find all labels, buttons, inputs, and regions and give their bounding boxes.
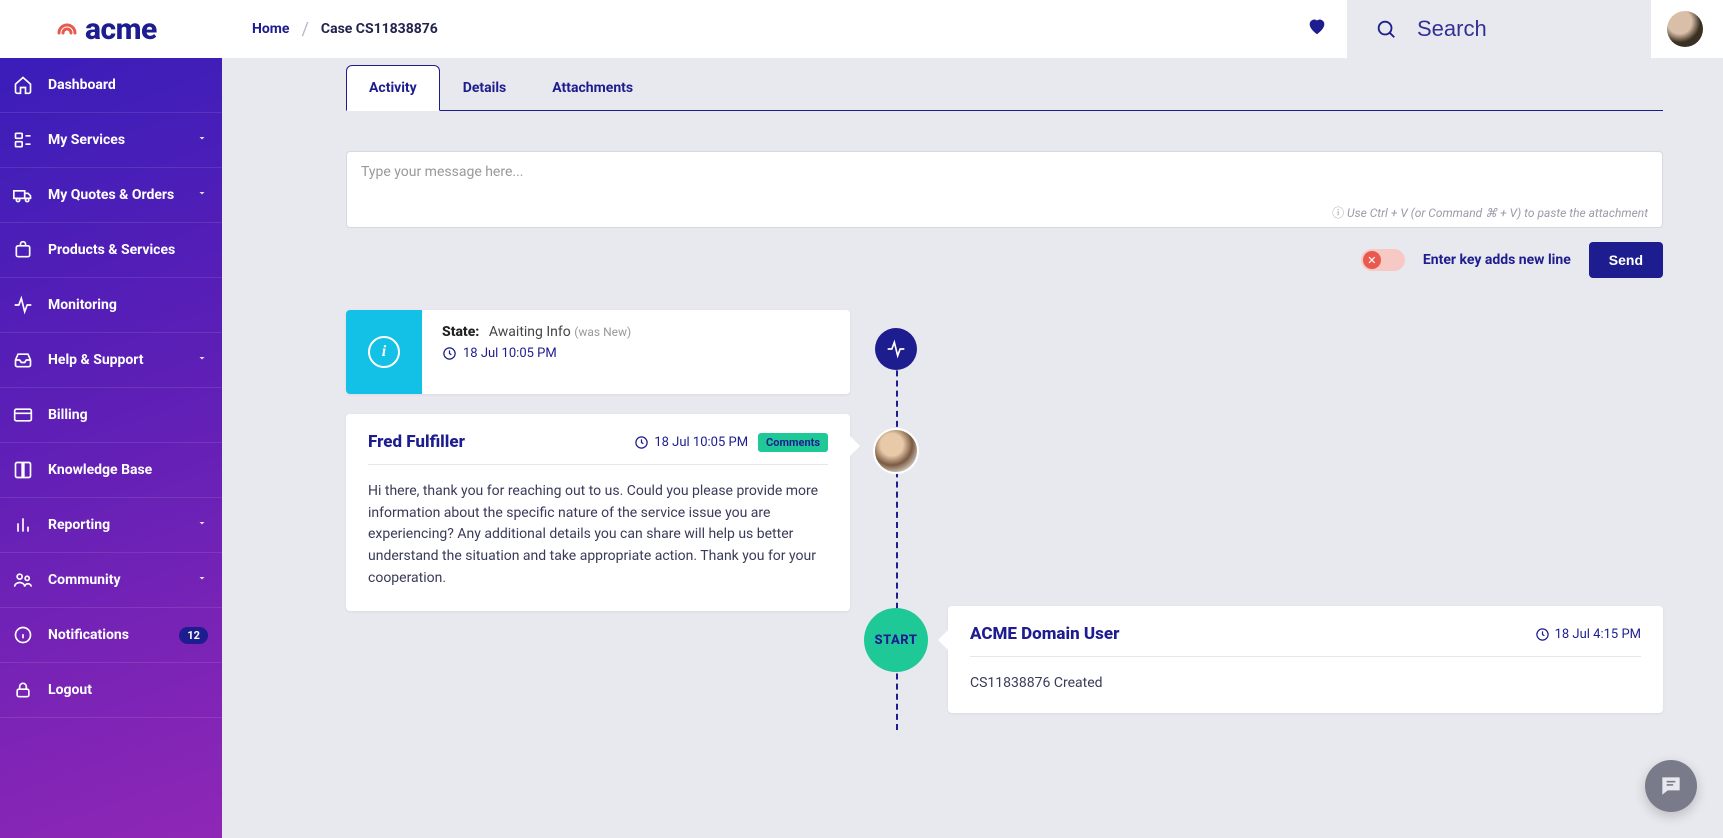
comment-timestamp: 18 Jul 10:05 PM xyxy=(634,435,748,450)
sidebar-item-dashboard[interactable]: Dashboard xyxy=(0,58,222,113)
state-new-value: Awaiting Info xyxy=(489,324,571,340)
sidebar-item-label: Products & Services xyxy=(48,242,175,258)
clock-icon xyxy=(634,435,649,450)
breadcrumb-current: Case CS11838876 xyxy=(321,21,438,37)
notification-badge: 12 xyxy=(179,627,208,644)
tab-activity[interactable]: Activity xyxy=(346,65,440,111)
truck-icon xyxy=(12,184,34,206)
chevron-down-icon xyxy=(196,187,208,203)
sidebar-item-community[interactable]: Community xyxy=(0,553,222,608)
clock-icon xyxy=(1535,627,1550,642)
search-input[interactable] xyxy=(1417,16,1617,42)
sidebar-item-label: Community xyxy=(48,572,121,588)
clock-icon xyxy=(442,346,457,361)
state-card-body: State: Awaiting Info (was New) 18 Jul 10… xyxy=(422,310,651,394)
chevron-down-icon xyxy=(196,352,208,368)
sidebar-item-help[interactable]: Help & Support xyxy=(0,333,222,388)
sidebar-item-kb[interactable]: Knowledge Base xyxy=(0,443,222,498)
services-icon xyxy=(12,129,34,151)
comment-tag: Comments xyxy=(758,433,828,452)
sidebar-item-label: Knowledge Base xyxy=(48,462,152,478)
search-icon xyxy=(1375,18,1397,40)
chevron-down-icon xyxy=(196,132,208,148)
lock-icon xyxy=(12,679,34,701)
activity-icon xyxy=(886,339,906,359)
comment-author: Fred Fulfiller xyxy=(368,432,624,452)
sidebar-item-products[interactable]: Products & Services xyxy=(0,223,222,278)
state-was-value: (was New) xyxy=(574,325,631,339)
sidebar-item-quotes[interactable]: My Quotes & Orders xyxy=(0,168,222,223)
comment-body: Hi there, thank you for reaching out to … xyxy=(368,481,828,589)
start-label: START xyxy=(875,633,918,648)
chevron-down-icon xyxy=(196,572,208,588)
activity-icon xyxy=(12,294,34,316)
sidebar-item-label: Monitoring xyxy=(48,297,117,313)
sidebar-item-label: Help & Support xyxy=(48,352,144,368)
close-icon: ✕ xyxy=(1363,251,1381,269)
state-icon-block: i xyxy=(346,310,422,394)
favorite-icon[interactable] xyxy=(1305,15,1329,43)
people-icon xyxy=(12,569,34,591)
bars-icon xyxy=(12,514,34,536)
timeline-node-avatar xyxy=(873,428,919,474)
compose-actions: ✕ Enter key adds new line Send xyxy=(346,242,1663,278)
timeline-node-activity xyxy=(875,328,917,370)
sidebar-item-label: My Quotes & Orders xyxy=(48,187,174,203)
inbox-icon xyxy=(12,349,34,371)
topbar: acme Home / Case CS11838876 xyxy=(0,0,1723,58)
compose-hint: Use Ctrl + V (or Command ⌘ + V) to paste… xyxy=(361,204,1648,221)
brand-name: acme xyxy=(85,12,157,47)
enter-newline-label: Enter key adds new line xyxy=(1423,252,1571,268)
card-icon xyxy=(12,404,34,426)
tab-attachments[interactable]: Attachments xyxy=(529,65,656,111)
sidebar-item-reporting[interactable]: Reporting xyxy=(0,498,222,553)
state-change-card: i State: Awaiting Info (was New) 18 Jul … xyxy=(346,310,850,394)
enter-newline-toggle[interactable]: ✕ xyxy=(1361,249,1405,271)
sidebar-item-monitoring[interactable]: Monitoring xyxy=(0,278,222,333)
brand-icon xyxy=(55,17,79,41)
comment-card: Fred Fulfiller 18 Jul 10:05 PM Comments … xyxy=(346,414,850,611)
chat-fab[interactable] xyxy=(1645,760,1697,812)
sidebar-item-label: Dashboard xyxy=(48,77,116,93)
state-field-label: State: xyxy=(442,324,479,340)
message-input[interactable] xyxy=(361,164,1648,196)
home-icon xyxy=(12,74,34,96)
topbar-right xyxy=(1305,0,1723,58)
tab-details[interactable]: Details xyxy=(440,65,530,111)
breadcrumb-separator: / xyxy=(301,19,308,40)
created-author: ACME Domain User xyxy=(970,624,1535,644)
chat-icon xyxy=(1658,773,1684,799)
sidebar-item-logout[interactable]: Logout xyxy=(0,663,222,718)
main-content: ActivityDetailsAttachments Use Ctrl + V … xyxy=(222,58,1723,838)
state-timestamp: 18 Jul 10:05 PM xyxy=(442,346,631,361)
sidebar-item-label: My Services xyxy=(48,132,125,148)
sidebar-item-label: Billing xyxy=(48,407,88,423)
brand-logo[interactable]: acme xyxy=(0,12,222,47)
breadcrumb-home[interactable]: Home xyxy=(252,21,289,37)
created-timestamp: 18 Jul 4:15 PM xyxy=(1535,627,1641,642)
sidebar-item-billing[interactable]: Billing xyxy=(0,388,222,443)
timeline: START i State: Awaiting Info (was New) 1… xyxy=(346,310,1663,730)
compose-box: Use Ctrl + V (or Command ⌘ + V) to paste… xyxy=(346,151,1663,228)
send-button[interactable]: Send xyxy=(1589,242,1663,278)
info-icon xyxy=(12,624,34,646)
sidebar-item-notifications[interactable]: Notifications 12 xyxy=(0,608,222,663)
sidebar-item-label: Logout xyxy=(48,682,92,698)
info-icon: i xyxy=(368,336,400,368)
timeline-node-start: START xyxy=(864,608,928,672)
search-box[interactable] xyxy=(1347,0,1651,58)
breadcrumb: Home / Case CS11838876 xyxy=(222,19,438,40)
sidebar-item-services[interactable]: My Services xyxy=(0,113,222,168)
created-card: ACME Domain User 18 Jul 4:15 PM CS118388… xyxy=(948,606,1663,713)
user-avatar[interactable] xyxy=(1667,11,1703,47)
sidebar-item-label: Notifications xyxy=(48,627,129,643)
tabs: ActivityDetailsAttachments xyxy=(346,64,1663,111)
book-icon xyxy=(12,459,34,481)
chevron-down-icon xyxy=(196,517,208,533)
bag-icon xyxy=(12,239,34,261)
created-body: CS11838876 Created xyxy=(970,675,1641,691)
sidebar: Dashboard My Services My Quotes & Orders Pr… xyxy=(0,58,222,838)
sidebar-item-label: Reporting xyxy=(48,517,110,533)
